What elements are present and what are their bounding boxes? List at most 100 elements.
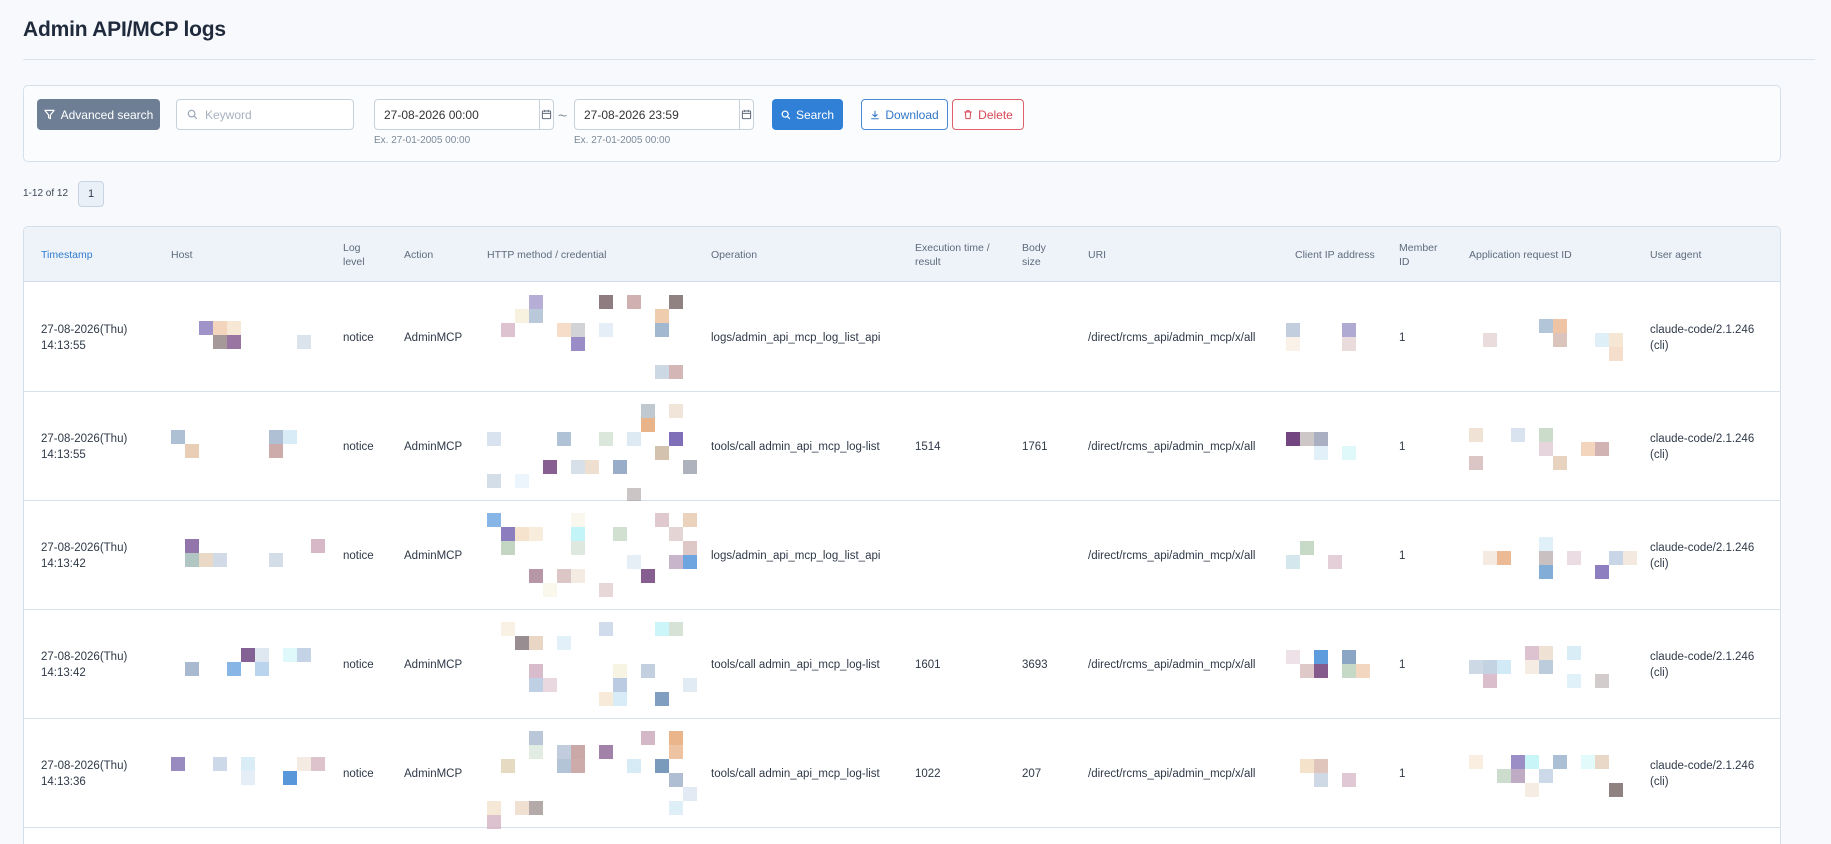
column-member-id[interactable]: Member ID (1399, 227, 1449, 282)
date-from-calendar-button[interactable] (539, 100, 553, 129)
uri-cell: /direct/rcms_api/admin_mcp/x/all (1088, 767, 1256, 780)
operation-cell: tools/call admin_api_mcp_log-list (711, 658, 880, 671)
timestamp-cell: 27-08-2026(Thu) 14:13:55 (41, 283, 151, 392)
date-to-group: Ex. 27-01-2005 00:00 (574, 99, 754, 146)
pagination-info: 1-12 of 12 (23, 188, 69, 199)
download-button[interactable]: Download (861, 99, 948, 130)
member-id-cell: 1 (1399, 440, 1406, 453)
calendar-icon (741, 109, 752, 120)
user-agent-suffix: (cli) (1650, 339, 1669, 352)
table-row[interactable]: 27-08-2026(Thu) 14:13:36 notice AdminMCP too… (24, 719, 1780, 829)
timestamp-cell: 27-08-2026(Thu) 14:13:42 (41, 501, 151, 610)
advanced-search-label: Advanced search (60, 107, 154, 122)
timestamp-cell: 27-08-2026(Thu) 14:13:42 (41, 610, 151, 719)
action-cell: AdminMCP (404, 440, 463, 453)
redacted-credential (487, 513, 697, 599)
trash-icon (964, 110, 972, 120)
column-execution-time[interactable]: Execution time / result (915, 227, 1010, 282)
redacted-app-request-id (1469, 428, 1629, 470)
member-id-cell: 1 (1399, 767, 1406, 780)
execution-time-cell: 1514 (915, 440, 941, 453)
uri-cell: /direct/rcms_api/admin_mcp/x/all (1088, 658, 1256, 671)
keyword-input[interactable] (205, 107, 345, 122)
filter-icon (43, 109, 55, 120)
log-level-cell: notice (343, 767, 374, 780)
user-agent-cell: claude-code/2.1.246 (cli) (1650, 283, 1780, 392)
redacted-credential (487, 622, 697, 708)
action-cell: AdminMCP (404, 767, 463, 780)
calendar-icon (541, 109, 552, 120)
column-http-method[interactable]: HTTP method / credential (487, 227, 687, 282)
table-row[interactable]: 27-08-2026(Thu) 14:13:42 notice AdminMCP too… (24, 610, 1780, 719)
search-button[interactable]: Search (772, 99, 843, 130)
operation-cell: tools/call admin_api_mcp_log-list (711, 440, 880, 453)
column-body-size[interactable]: Body size (1022, 227, 1062, 282)
timestamp-time: 14:13:36 (41, 775, 86, 788)
user-agent-suffix: (cli) (1650, 666, 1669, 679)
column-client-ip[interactable]: Client IP address (1295, 227, 1395, 282)
action-cell: AdminMCP (404, 549, 463, 562)
search-icon (187, 109, 198, 120)
user-agent-suffix: (cli) (1650, 775, 1669, 788)
execution-time-cell (915, 283, 995, 392)
uri-cell: /direct/rcms_api/admin_mcp/x/all (1088, 331, 1256, 344)
member-id-cell: 1 (1399, 549, 1406, 562)
column-host[interactable]: Host (171, 227, 311, 282)
member-id-cell: 1 (1399, 331, 1406, 344)
column-app-request-id[interactable]: Application request ID (1469, 227, 1629, 282)
title-divider (23, 59, 1815, 60)
date-from-group: Ex. 27-01-2005 00:00 (374, 99, 554, 146)
operation-cell: logs/admin_api_mcp_log_list_api (711, 549, 881, 562)
timestamp-time: 14:13:55 (41, 448, 86, 461)
user-agent-name: claude-code/2.1.246 (1650, 541, 1755, 554)
user-agent-cell: claude-code/2.1.246 (cli) (1650, 719, 1780, 828)
delete-button-label: Delete (978, 107, 1013, 122)
date-from-field[interactable] (374, 99, 554, 130)
body-size-cell: 1761 (1022, 440, 1048, 453)
redacted-host (171, 648, 321, 676)
column-log-level[interactable]: Log level (343, 227, 373, 282)
table-row[interactable]: 27-08-2026(Thu) 14:13:55 notice AdminMCP log… (24, 283, 1780, 392)
advanced-search-button[interactable]: Advanced search (37, 99, 160, 130)
redacted-app-request-id (1469, 319, 1629, 361)
column-user-agent[interactable]: User agent (1650, 227, 1760, 282)
page-title: Admin API/MCP logs (23, 18, 226, 41)
table-header: Timestamp Host Log level Action HTTP met… (24, 227, 1780, 282)
page-button-1[interactable]: 1 (78, 181, 104, 207)
timestamp-time: 14:13:42 (41, 557, 86, 570)
redacted-host (171, 430, 321, 458)
column-uri[interactable]: URI (1088, 227, 1128, 282)
timestamp-date: 27-08-2026(Thu) (41, 323, 128, 336)
operation-cell: tools/call admin_api_mcp_log-list (711, 767, 880, 780)
body-size-cell: 207 (1022, 767, 1042, 780)
column-operation[interactable]: Operation (711, 227, 861, 282)
redacted-credential (487, 404, 697, 502)
redacted-client-ip (1286, 650, 1378, 678)
table-row[interactable]: 27-08-2026(Thu) 14:13:42 notice AdminMCP log… (24, 501, 1780, 610)
table-row[interactable]: 27-08-2026(Thu) 14:13:55 notice AdminMCP too… (24, 392, 1780, 502)
log-level-cell: notice (343, 440, 374, 453)
body-size-cell: 3693 (1022, 658, 1048, 671)
body-size-cell (1022, 501, 1072, 610)
date-to-input[interactable] (575, 100, 739, 129)
timestamp-time: 14:13:42 (41, 666, 86, 679)
redacted-credential (487, 731, 697, 829)
execution-time-cell: 1022 (915, 767, 941, 780)
redacted-credential (487, 295, 697, 381)
redacted-client-ip (1286, 323, 1378, 351)
timestamp-date: 27-08-2026(Thu) (41, 432, 128, 445)
date-from-input[interactable] (375, 100, 539, 129)
date-to-calendar-button[interactable] (739, 100, 753, 129)
redacted-client-ip (1286, 759, 1378, 787)
date-to-field[interactable] (574, 99, 754, 130)
execution-time-cell: 1601 (915, 658, 941, 671)
user-agent-cell: claude-code/2.1.246 (cli) (1650, 610, 1780, 719)
column-timestamp[interactable]: Timestamp (41, 227, 151, 282)
delete-button[interactable]: Delete (952, 99, 1024, 130)
download-button-label: Download (885, 107, 939, 122)
column-action[interactable]: Action (404, 227, 474, 282)
log-level-cell: notice (343, 549, 374, 562)
keyword-field[interactable] (176, 99, 354, 130)
body-size-cell (1022, 283, 1072, 392)
user-agent-name: claude-code/2.1.246 (1650, 432, 1755, 445)
